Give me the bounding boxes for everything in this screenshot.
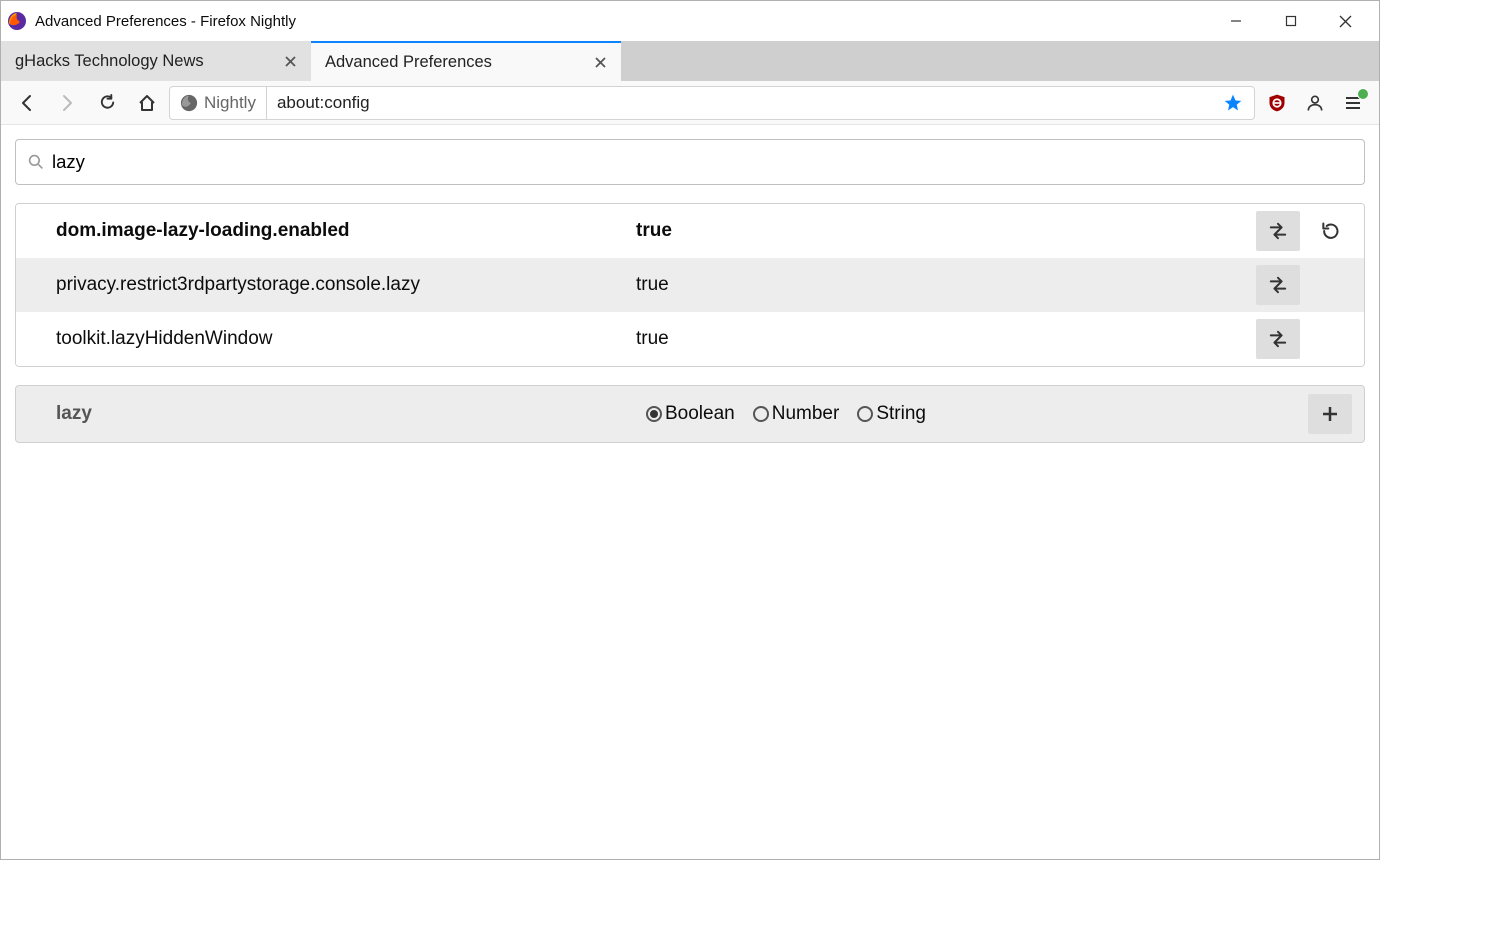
add-pref-name: lazy — [56, 403, 646, 425]
pref-actions — [1256, 211, 1352, 251]
pref-search-box[interactable] — [15, 139, 1365, 185]
pref-value: true — [636, 328, 1256, 350]
prefs-table: dom.image-lazy-loading.enabledtrueprivac… — [15, 203, 1365, 367]
pref-value: true — [636, 274, 1256, 296]
toggle-pref-button[interactable] — [1256, 265, 1300, 305]
url-bar[interactable]: Nightly — [169, 86, 1255, 120]
navigation-toolbar: Nightly — [1, 81, 1379, 125]
type-radio-string[interactable]: String — [857, 403, 926, 425]
add-pref-row: lazy Boolean Number String — [15, 385, 1365, 443]
bookmark-star-icon[interactable] — [1216, 88, 1250, 118]
tab-strip: gHacks Technology News Advanced Preferenc… — [1, 41, 1379, 81]
identity-label: Nightly — [204, 93, 256, 113]
pref-search-input[interactable] — [52, 151, 1352, 173]
search-icon — [28, 154, 44, 170]
maximize-button[interactable] — [1263, 4, 1318, 39]
url-input[interactable] — [267, 87, 1216, 119]
pref-name: privacy.restrict3rdpartystorage.console.… — [56, 274, 636, 296]
pref-name: dom.image-lazy-loading.enabled — [56, 220, 636, 242]
close-tab-icon[interactable] — [589, 51, 611, 73]
toggle-pref-button[interactable] — [1256, 211, 1300, 251]
radio-label: Boolean — [665, 403, 735, 425]
pref-value: true — [636, 220, 1256, 242]
account-icon[interactable] — [1297, 86, 1333, 120]
type-radio-boolean[interactable]: Boolean — [646, 403, 735, 425]
titlebar: Advanced Preferences - Firefox Nightly — [1, 1, 1379, 41]
tab-label: Advanced Preferences — [325, 53, 579, 72]
add-pref-button[interactable] — [1308, 394, 1352, 434]
reset-pref-button[interactable] — [1308, 211, 1352, 251]
about-config-content: dom.image-lazy-loading.enabledtrueprivac… — [1, 125, 1379, 857]
type-radio-number[interactable]: Number — [753, 403, 840, 425]
pref-name: toolkit.lazyHiddenWindow — [56, 328, 636, 350]
forward-button[interactable] — [49, 86, 85, 120]
radio-icon — [646, 406, 662, 422]
firefox-nightly-icon — [7, 11, 27, 31]
ublock-icon[interactable] — [1259, 86, 1295, 120]
toolbar-right — [1259, 86, 1371, 120]
firefox-icon — [180, 94, 198, 112]
pref-row[interactable]: dom.image-lazy-loading.enabledtrue — [16, 204, 1364, 258]
close-tab-icon[interactable] — [279, 50, 301, 72]
pref-actions — [1256, 265, 1352, 305]
reload-button[interactable] — [89, 86, 125, 120]
menu-button[interactable] — [1335, 86, 1371, 120]
radio-icon — [753, 406, 769, 422]
pref-actions — [1256, 319, 1352, 359]
radio-icon — [857, 406, 873, 422]
radio-label: Number — [772, 403, 840, 425]
minimize-button[interactable] — [1208, 4, 1263, 39]
tab-0[interactable]: gHacks Technology News — [1, 41, 311, 81]
pref-row[interactable]: privacy.restrict3rdpartystorage.console.… — [16, 258, 1364, 312]
home-button[interactable] — [129, 86, 165, 120]
pref-row[interactable]: toolkit.lazyHiddenWindowtrue — [16, 312, 1364, 366]
back-button[interactable] — [9, 86, 45, 120]
tab-1[interactable]: Advanced Preferences — [311, 41, 621, 81]
toggle-pref-button[interactable] — [1256, 319, 1300, 359]
window-title: Advanced Preferences - Firefox Nightly — [35, 13, 296, 30]
urlbar-actions — [1216, 88, 1254, 118]
window-controls — [1208, 4, 1373, 39]
tab-label: gHacks Technology News — [15, 52, 269, 71]
action-spacer — [1308, 265, 1352, 305]
action-spacer — [1308, 319, 1352, 359]
identity-box[interactable]: Nightly — [170, 87, 267, 119]
browser-window: Advanced Preferences - Firefox Nightly g… — [0, 0, 1380, 860]
add-pref-type-group: Boolean Number String — [646, 403, 1308, 425]
radio-label: String — [876, 403, 926, 425]
close-window-button[interactable] — [1318, 4, 1373, 39]
